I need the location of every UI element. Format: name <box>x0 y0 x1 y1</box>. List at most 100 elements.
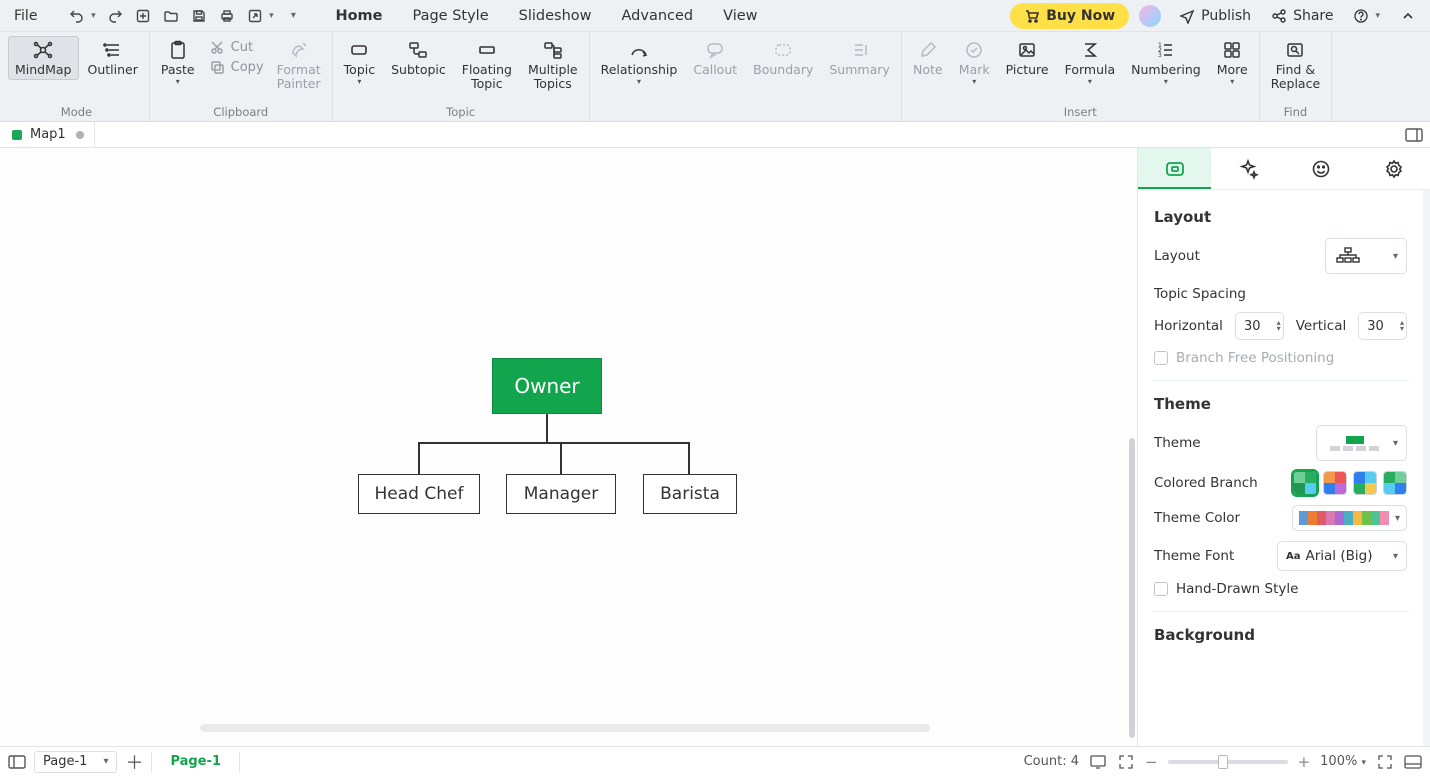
cut-button[interactable]: Cut <box>208 38 264 56</box>
paste-label: Paste <box>161 63 195 77</box>
relationship-dropdown-icon[interactable]: ▾ <box>637 77 641 86</box>
tab-advanced[interactable]: Advanced <box>618 4 698 28</box>
fullscreen-button[interactable] <box>1376 753 1394 771</box>
numbering-button[interactable]: 123Numbering▾ <box>1124 36 1208 90</box>
horizontal-spacing-input[interactable]: 30 ▴▾ <box>1235 312 1284 340</box>
sp-tab-page[interactable] <box>1138 148 1211 189</box>
file-menu[interactable]: File <box>6 4 45 28</box>
collapse-ribbon-button[interactable] <box>1392 4 1424 28</box>
mindmap-icon <box>32 39 54 61</box>
tab-page-style[interactable]: Page Style <box>408 4 492 28</box>
chevron-down-icon: ▾ <box>1395 513 1400 524</box>
page-tab-1[interactable]: Page-1 <box>160 751 231 772</box>
find-replace-button[interactable]: Find & Replace <box>1264 36 1327 95</box>
bottom-panel-button[interactable] <box>1404 753 1422 771</box>
multiple-topics-button[interactable]: Multiple Topics <box>521 36 585 95</box>
hand-drawn-checkbox[interactable]: Hand-Drawn Style <box>1154 581 1407 597</box>
share-button[interactable]: Share <box>1263 4 1341 28</box>
zoom-in-button[interactable]: + <box>1298 753 1311 771</box>
avatar[interactable] <box>1139 5 1161 27</box>
tab-home[interactable]: Home <box>331 4 386 28</box>
paste-dropdown-icon[interactable]: ▾ <box>176 77 180 86</box>
outline-panel-button[interactable] <box>8 753 26 771</box>
node-barista[interactable]: Barista <box>643 474 737 514</box>
group-rel-label <box>743 102 747 121</box>
open-icon[interactable] <box>161 6 181 26</box>
theme-select[interactable]: ▾ <box>1316 425 1407 461</box>
publish-button[interactable]: Publish <box>1171 4 1259 28</box>
mark-button[interactable]: Mark▾ <box>952 36 997 90</box>
help-dropdown-icon[interactable]: ▾ <box>1375 11 1380 21</box>
note-button[interactable]: Note <box>906 36 950 80</box>
numbering-dropdown-icon[interactable]: ▾ <box>1164 77 1168 86</box>
floating-topic-button[interactable]: Floating Topic <box>455 36 519 95</box>
formula-button[interactable]: Formula▾ <box>1058 36 1123 90</box>
new-doc-icon[interactable] <box>133 6 153 26</box>
formula-dropdown-icon[interactable]: ▾ <box>1088 77 1092 86</box>
help-button[interactable]: ▾ <box>1345 4 1388 28</box>
export-icon[interactable] <box>245 6 265 26</box>
checkbox-icon <box>1154 351 1168 365</box>
sp-tab-settings[interactable] <box>1357 148 1430 189</box>
stepper-down-icon[interactable]: ▾ <box>1400 326 1404 332</box>
document-tab-map1[interactable]: Map1 <box>0 122 95 147</box>
vertical-spacing-input[interactable]: 30 ▴▾ <box>1358 312 1407 340</box>
callout-button[interactable]: Callout <box>686 36 744 80</box>
qat-customize-icon[interactable]: ▾ <box>283 6 303 26</box>
theme-preview-icon <box>1325 436 1385 451</box>
vertical-scrollbar[interactable] <box>1129 438 1135 738</box>
theme-color-select[interactable]: ▾ <box>1292 505 1407 531</box>
node-manager[interactable]: Manager <box>506 474 616 514</box>
picture-button[interactable]: Picture <box>999 36 1056 80</box>
branch-swatch-0[interactable] <box>1293 471 1317 495</box>
zoom-slider[interactable] <box>1168 760 1288 764</box>
unsaved-dot-icon <box>76 131 84 139</box>
buy-now-button[interactable]: Buy Now <box>1010 3 1129 29</box>
zoom-out-button[interactable]: − <box>1145 753 1158 771</box>
branch-swatch-2[interactable] <box>1353 471 1377 495</box>
relationship-button[interactable]: Relationship ▾ <box>594 36 685 90</box>
node-root[interactable]: Owner <box>492 358 602 414</box>
undo-icon[interactable] <box>67 6 87 26</box>
horizontal-scrollbar[interactable] <box>200 724 930 732</box>
mark-dropdown-icon[interactable]: ▾ <box>972 77 976 86</box>
layout-select[interactable]: ▾ <box>1325 238 1407 274</box>
summary-button[interactable]: Summary <box>822 36 896 80</box>
undo-dropdown-icon[interactable]: ▾ <box>89 6 97 26</box>
sp-tab-icons[interactable] <box>1284 148 1357 189</box>
theme-font-select[interactable]: AaArial (Big) ▾ <box>1277 541 1407 571</box>
zoom-slider-knob[interactable] <box>1218 755 1228 769</box>
copy-button[interactable]: Copy <box>208 58 264 76</box>
node-label: Head Chef <box>375 484 464 504</box>
subtopic-button[interactable]: Subtopic <box>384 36 453 80</box>
present-button[interactable] <box>1089 753 1107 771</box>
branch-swatch-1[interactable] <box>1323 471 1347 495</box>
format-painter-button[interactable]: Format Painter <box>270 36 328 95</box>
side-panel: Layout Layout ▾ Topic Spacing Horizontal… <box>1137 148 1430 746</box>
sp-tab-style[interactable] <box>1211 148 1284 189</box>
more-dropdown-icon[interactable]: ▾ <box>1230 77 1234 86</box>
save-icon[interactable] <box>189 6 209 26</box>
side-panel-scrollbar[interactable] <box>1423 190 1430 746</box>
zoom-label[interactable]: 100% ▾ <box>1320 754 1366 769</box>
tab-slideshow[interactable]: Slideshow <box>515 4 596 28</box>
page-dropdown[interactable]: Page-1 ▾ <box>34 751 117 773</box>
export-dropdown-icon[interactable]: ▾ <box>267 6 275 26</box>
fit-page-button[interactable] <box>1117 753 1135 771</box>
more-button[interactable]: More▾ <box>1210 36 1255 90</box>
print-icon[interactable] <box>217 6 237 26</box>
redo-icon[interactable] <box>105 6 125 26</box>
mindmap-button[interactable]: MindMap <box>8 36 79 80</box>
topic-button[interactable]: Topic ▾ <box>337 36 382 90</box>
tab-view[interactable]: View <box>719 4 761 28</box>
canvas[interactable]: Owner Head Chef Manager Barista <box>0 148 1137 746</box>
stepper-down-icon[interactable]: ▾ <box>1277 326 1281 332</box>
toggle-panel-button[interactable] <box>1404 125 1424 145</box>
paste-button[interactable]: Paste ▾ <box>154 36 202 90</box>
topic-dropdown-icon[interactable]: ▾ <box>357 77 361 86</box>
branch-swatch-3[interactable] <box>1383 471 1407 495</box>
node-head-chef[interactable]: Head Chef <box>358 474 480 514</box>
boundary-button[interactable]: Boundary <box>746 36 820 80</box>
add-page-button[interactable]: ＋ <box>125 753 143 771</box>
outliner-button[interactable]: Outliner <box>81 36 145 80</box>
